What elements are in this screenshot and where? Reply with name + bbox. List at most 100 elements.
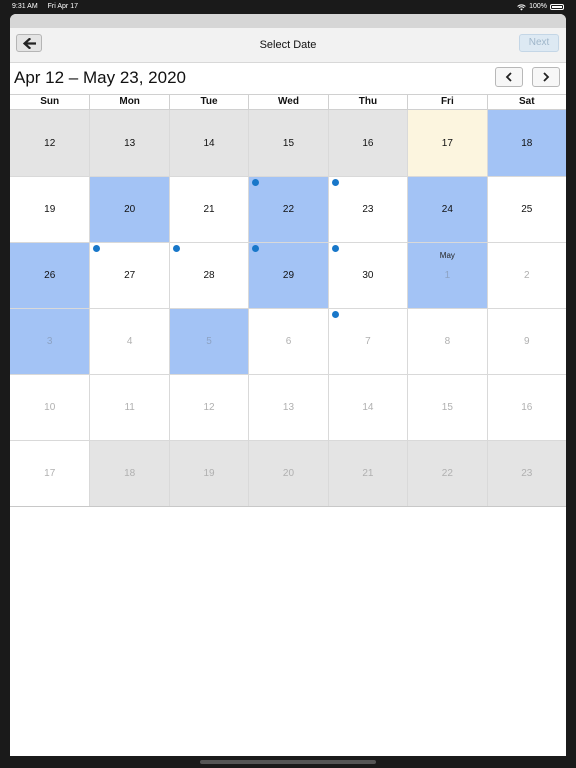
day-cell[interactable]: 18 <box>89 440 169 506</box>
weekday-sat: Sat <box>486 95 566 109</box>
day-number: 21 <box>362 468 374 479</box>
day-cell[interactable]: 6 <box>248 308 328 374</box>
day-cell[interactable]: 14 <box>327 374 408 440</box>
battery-percent: 100% <box>529 3 547 10</box>
day-number: 6 <box>285 336 292 347</box>
day-cell[interactable]: 22 <box>248 176 328 242</box>
day-number: 18 <box>124 468 136 479</box>
chevron-right-icon <box>543 72 550 82</box>
back-button[interactable] <box>16 34 42 52</box>
day-cell[interactable]: 9 <box>486 308 566 374</box>
day-cell[interactable]: 13 <box>248 374 328 440</box>
day-cell[interactable]: 16 <box>486 374 566 440</box>
next-button[interactable]: Next <box>519 34 559 52</box>
day-cell[interactable]: 22 <box>407 440 487 506</box>
chevron-left-icon <box>505 72 512 82</box>
day-number: 22 <box>441 468 453 479</box>
day-number: 28 <box>203 270 215 281</box>
day-cell[interactable]: 12 <box>10 110 90 176</box>
day-cell[interactable]: 20 <box>89 176 169 242</box>
day-cell[interactable]: 20 <box>248 440 328 506</box>
day-number: 30 <box>362 270 374 281</box>
day-cell[interactable]: 17 <box>10 440 90 506</box>
status-time: 9:31 AM <box>12 3 38 10</box>
day-number: 10 <box>44 402 56 413</box>
day-number: 20 <box>282 468 295 479</box>
day-cell[interactable]: 27 <box>89 242 169 308</box>
day-number: 17 <box>441 137 453 149</box>
day-cell[interactable]: 15 <box>407 374 487 440</box>
status-date: Fri Apr 17 <box>47 3 78 10</box>
status-right: 100% <box>517 0 564 14</box>
day-number: 13 <box>282 402 295 413</box>
day-number: 14 <box>203 137 215 149</box>
day-number: 2 <box>524 270 530 281</box>
day-cell[interactable]: 29 <box>248 242 328 308</box>
day-number: 25 <box>521 204 533 215</box>
day-cell[interactable]: 17 <box>407 110 487 176</box>
day-number: 3 <box>46 336 53 347</box>
day-cell[interactable]: 12 <box>168 374 249 440</box>
navigation-bar: Select Date Next <box>10 28 566 63</box>
nav-title: Select Date <box>259 39 317 51</box>
day-cell[interactable]: 24 <box>407 176 487 242</box>
event-dot-icon <box>93 245 101 252</box>
arrow-left-icon <box>22 37 36 49</box>
day-cell[interactable]: 23 <box>327 176 408 242</box>
event-dot-icon <box>252 245 260 252</box>
day-cell[interactable]: 2 <box>486 242 566 308</box>
day-cell[interactable]: 26 <box>10 242 90 308</box>
day-number: 12 <box>203 402 215 413</box>
day-cell[interactable]: 3 <box>10 308 90 374</box>
day-cell[interactable]: 8 <box>407 308 487 374</box>
day-cell[interactable]: 4 <box>89 308 169 374</box>
day-number: 13 <box>124 137 136 149</box>
day-cell[interactable]: 15 <box>248 110 328 176</box>
day-number: 11 <box>124 402 135 413</box>
next-range-button[interactable] <box>532 67 560 87</box>
day-cell[interactable]: 21 <box>168 176 249 242</box>
day-number: 7 <box>365 336 371 347</box>
day-number: 26 <box>44 270 56 281</box>
day-number: 9 <box>524 336 530 347</box>
day-cell[interactable]: 25 <box>486 176 566 242</box>
day-cell[interactable]: 18 <box>486 110 566 176</box>
day-cell[interactable]: 5 <box>168 308 249 374</box>
day-cell[interactable]: 16 <box>327 110 408 176</box>
day-cell[interactable]: 14 <box>168 110 249 176</box>
weekday-tue: Tue <box>168 95 248 109</box>
day-cell[interactable]: 19 <box>10 176 90 242</box>
day-number: 15 <box>441 402 453 413</box>
event-dot-icon <box>172 245 180 252</box>
day-number: 22 <box>282 204 295 215</box>
day-cell[interactable]: 23 <box>486 440 566 506</box>
previous-range-button[interactable] <box>495 67 523 87</box>
day-number: 8 <box>444 336 451 347</box>
day-number: 1 <box>444 270 451 281</box>
wifi-icon <box>517 3 526 10</box>
weekday-fri: Fri <box>407 95 486 109</box>
event-dot-icon <box>252 179 260 186</box>
day-cell[interactable]: 28 <box>168 242 249 308</box>
day-cell[interactable]: 13 <box>89 110 169 176</box>
battery-icon <box>550 4 564 10</box>
month-label: May <box>439 251 455 260</box>
day-cell[interactable]: 7 <box>327 308 408 374</box>
day-cell[interactable]: 10 <box>10 374 90 440</box>
day-cell[interactable]: May 1 <box>407 242 487 308</box>
day-number: 14 <box>362 402 374 413</box>
day-number: 20 <box>124 204 136 215</box>
weekday-sun: Sun <box>40 96 60 107</box>
day-number: 19 <box>203 468 215 479</box>
date-range-title: Apr 12 – May 23, 2020 <box>14 68 187 87</box>
day-cell[interactable]: 11 <box>89 374 169 440</box>
day-cell[interactable]: 30 <box>327 242 408 308</box>
day-number: 16 <box>362 137 374 149</box>
day-cell[interactable]: 21 <box>327 440 408 506</box>
day-number: 16 <box>521 402 533 413</box>
event-dot-icon <box>331 179 339 186</box>
day-cell[interactable]: 19 <box>168 440 249 506</box>
date-picker-sheet: Select Date Next Apr 12 – May 23, 2020 S… <box>10 14 566 756</box>
day-number: 15 <box>282 137 295 149</box>
day-number: 19 <box>44 204 56 215</box>
